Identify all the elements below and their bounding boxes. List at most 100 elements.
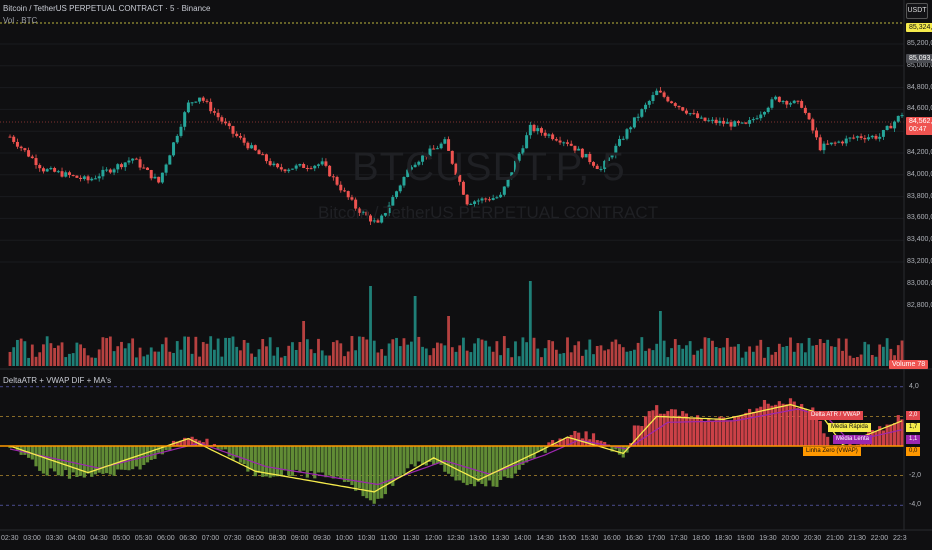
candle-body (536, 128, 540, 132)
volume-bar (302, 321, 306, 366)
histogram-bar (762, 399, 767, 446)
volume-bar (64, 357, 68, 366)
candle-body (681, 107, 685, 111)
volume-bar (265, 346, 268, 366)
price-tick: 84,800,0 (907, 83, 932, 91)
candle-body (870, 135, 874, 138)
candle-body (346, 191, 350, 198)
candle-body (484, 198, 488, 200)
volume-bar (822, 343, 826, 366)
candle-body (807, 113, 811, 120)
candle-body (38, 165, 42, 169)
candle-body (766, 107, 770, 112)
volume-bar (777, 343, 781, 366)
candle-body (837, 141, 841, 143)
histogram-bar (803, 408, 807, 446)
histogram-bar (525, 446, 529, 463)
histogram-bar (532, 446, 536, 459)
candle-body (53, 167, 57, 172)
candle-body (487, 199, 491, 201)
candle-body (19, 146, 23, 149)
candle-body (246, 142, 250, 149)
volume-label-value: 78 (917, 361, 926, 368)
volume-bar (551, 341, 555, 366)
volume-bar (606, 349, 610, 366)
histogram-bar (495, 446, 499, 487)
volume-bar (372, 340, 376, 366)
volume-bar (134, 357, 138, 366)
volume-bar (116, 346, 120, 366)
histogram-bar (472, 446, 477, 487)
volume-bar (781, 346, 785, 366)
candle-body (800, 101, 804, 108)
time-tick: 07:30 (224, 535, 242, 542)
volume-bar (23, 341, 27, 366)
volume-bar (172, 352, 175, 366)
candle-body (56, 171, 60, 173)
volume-bar (815, 344, 818, 366)
histogram-bar (491, 446, 495, 487)
histogram-bar (506, 446, 510, 478)
volume-indicator-title[interactable]: Vol · BTC (3, 16, 37, 25)
candle-body (108, 169, 112, 173)
volume-bar (291, 342, 294, 366)
volume-bar (540, 357, 543, 366)
histogram-bar (380, 446, 384, 499)
volume-bar (737, 344, 740, 366)
indicator-title[interactable]: DeltaATR + VWAP DIF + MA's (3, 376, 111, 385)
histogram-bar (402, 446, 406, 474)
candle-body (93, 178, 97, 180)
volume-bar (614, 339, 618, 366)
histogram-bar (313, 446, 317, 479)
candle-body (844, 138, 848, 144)
histogram-bar (34, 446, 38, 467)
time-tick: 12:30 (447, 535, 465, 542)
candle-body (175, 135, 179, 143)
volume-bar (298, 342, 302, 366)
volume-bar (688, 341, 692, 366)
candle-body (551, 134, 555, 140)
candle-body (495, 197, 499, 199)
candle-body (662, 92, 666, 97)
volume-bar (859, 354, 863, 366)
volume-bar (38, 352, 42, 366)
candle-body (867, 137, 871, 140)
histogram-bar (276, 446, 280, 477)
volume-bar (30, 344, 34, 366)
candle-body (227, 123, 231, 127)
candle-body (86, 176, 90, 181)
candle-body (803, 107, 807, 114)
histogram-bar (510, 446, 514, 479)
volume-bar (187, 336, 190, 366)
candle-body (328, 165, 332, 177)
candle-body (714, 119, 718, 124)
volume-bar (573, 345, 577, 366)
histogram-bar (729, 420, 733, 446)
chart-title[interactable]: Bitcoin / TetherUS PERPETUAL CONTRACT · … (3, 4, 210, 13)
histogram-bar (287, 446, 291, 476)
candle-body (90, 178, 94, 181)
candle-body (82, 176, 86, 180)
volume-bar (729, 346, 733, 366)
volume-bar (12, 347, 16, 366)
currency-button[interactable]: USDT (906, 3, 928, 19)
histogram-bar (264, 446, 269, 477)
volume-bar (528, 281, 532, 366)
volume-bar (34, 356, 38, 366)
indicator-pane[interactable] (0, 386, 904, 506)
volume-bar (673, 339, 677, 366)
candle-body (644, 104, 648, 110)
candle-body (264, 154, 268, 162)
histogram-bar (577, 432, 581, 446)
candle-body (238, 136, 242, 138)
candle-body (554, 139, 558, 141)
volume-bar (268, 337, 272, 366)
volume-bar (86, 355, 90, 366)
candle-body (335, 176, 339, 185)
volume-bar (253, 356, 257, 366)
chart-canvas[interactable] (0, 0, 932, 550)
candle-body (235, 133, 239, 137)
volume-bar (164, 337, 168, 366)
volume-bar (774, 352, 778, 366)
volume-bar (168, 351, 172, 366)
